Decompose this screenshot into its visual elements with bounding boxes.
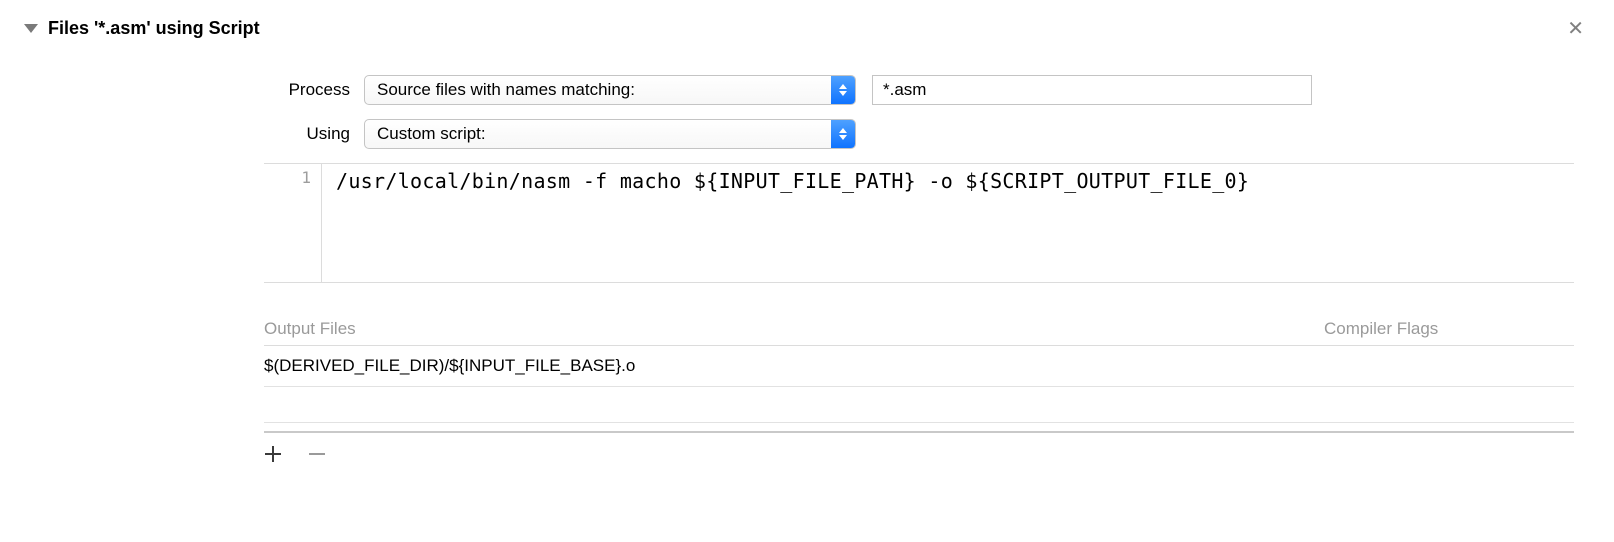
disclosure-triangle-icon[interactable] bbox=[24, 24, 38, 33]
close-icon[interactable]: ✕ bbox=[1561, 19, 1590, 39]
pattern-input[interactable] bbox=[872, 75, 1312, 105]
process-select[interactable]: Source files with names matching: bbox=[364, 75, 856, 105]
remove-button[interactable] bbox=[308, 445, 326, 463]
table-row bbox=[264, 387, 1574, 423]
output-file-path: $(DERIVED_FILE_DIR)/${INPUT_FILE_BASE}.o bbox=[264, 356, 635, 375]
using-select[interactable]: Custom script: bbox=[364, 119, 856, 149]
line-number-gutter: 1 bbox=[264, 164, 322, 282]
column-compiler-flags[interactable]: Compiler Flags bbox=[1324, 319, 1574, 339]
process-select-value: Source files with names matching: bbox=[365, 76, 831, 104]
using-label: Using bbox=[204, 124, 364, 144]
chevron-up-down-icon bbox=[831, 76, 855, 104]
chevron-up-down-icon bbox=[831, 120, 855, 148]
script-editor[interactable]: 1 /usr/local/bin/nasm -f macho ${INPUT_F… bbox=[264, 163, 1574, 283]
column-output-files[interactable]: Output Files bbox=[264, 319, 1324, 339]
table-row[interactable]: $(DERIVED_FILE_DIR)/${INPUT_FILE_BASE}.o bbox=[264, 346, 1574, 387]
minus-icon bbox=[308, 445, 326, 463]
using-row: Using Custom script: bbox=[204, 119, 1590, 149]
line-number: 1 bbox=[264, 168, 311, 187]
table-footer bbox=[264, 431, 1574, 463]
process-row: Process Source files with names matching… bbox=[204, 75, 1590, 105]
plus-icon bbox=[264, 445, 282, 463]
rule-header: Files '*.asm' using Script ✕ bbox=[24, 18, 1590, 39]
process-label: Process bbox=[204, 80, 364, 100]
script-text[interactable]: /usr/local/bin/nasm -f macho ${INPUT_FIL… bbox=[322, 164, 1574, 282]
rule-title: Files '*.asm' using Script bbox=[48, 18, 260, 39]
table-header: Output Files Compiler Flags bbox=[264, 313, 1574, 346]
using-select-value: Custom script: bbox=[365, 120, 831, 148]
output-files-table: Output Files Compiler Flags $(DERIVED_FI… bbox=[264, 313, 1574, 423]
add-button[interactable] bbox=[264, 445, 282, 463]
